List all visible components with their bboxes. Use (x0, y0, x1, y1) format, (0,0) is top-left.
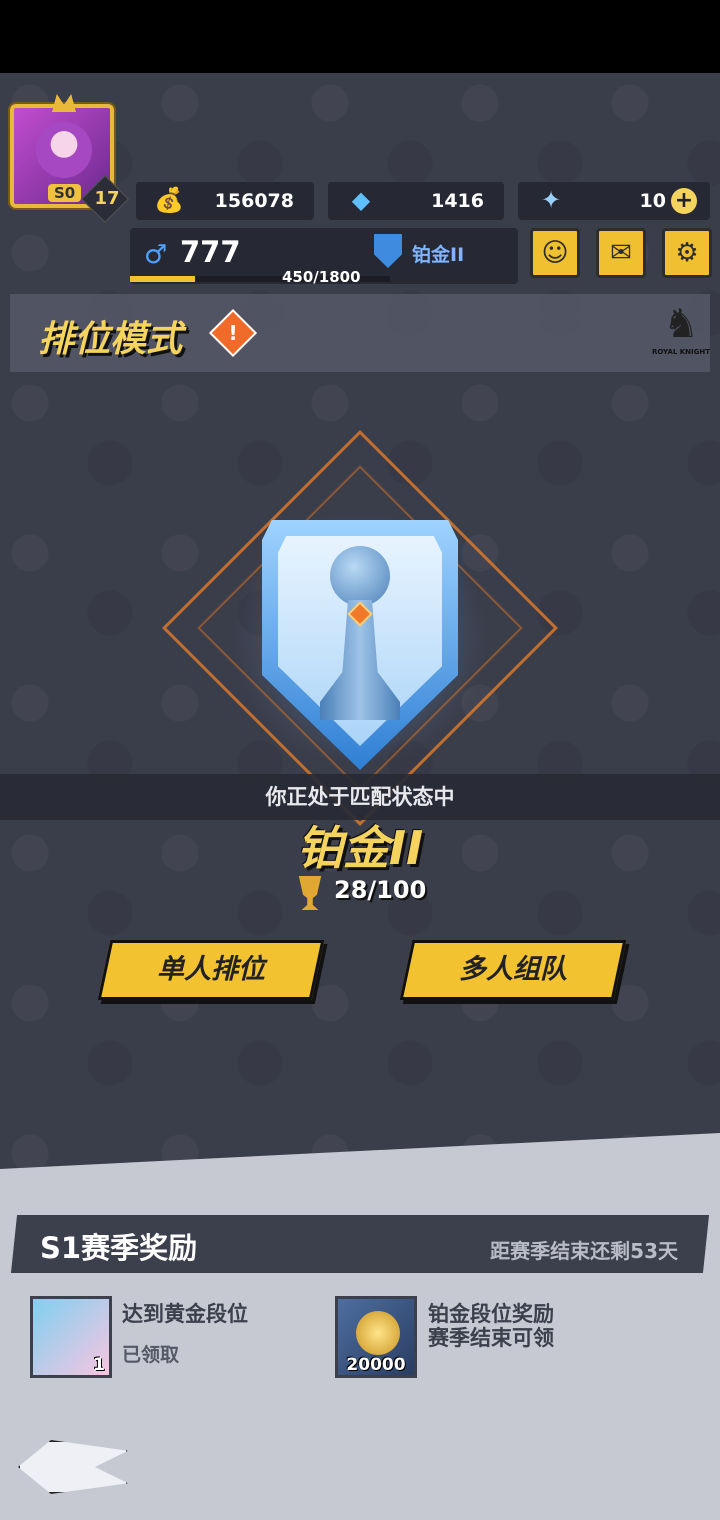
ticket-icon: ✦ (540, 186, 562, 214)
trophy-progress: 28/100 (334, 876, 427, 904)
season-badge: S0 (48, 184, 82, 202)
reward-qty: 20000 (346, 1355, 406, 1375)
royal-knight-logo: ♞ ROYAL KNIGHT (650, 300, 712, 356)
knight-icon: ♞ (663, 301, 699, 347)
gem-value: 1416 (431, 190, 484, 212)
reward-status: 赛季结束可领 (428, 1326, 554, 1350)
exp-progress-text: 450/1800 (282, 268, 361, 286)
warning-icon[interactable]: ! (208, 308, 258, 358)
gear-icon: ⚙ (675, 238, 699, 268)
mode-title: 排位模式 (38, 319, 183, 360)
reward-status: 已领取 (122, 1344, 180, 1366)
reward-qty: 1 (93, 1355, 105, 1375)
reward-label: 达到黄金段位 (122, 1302, 248, 1326)
exp-panel: ♂ 777 450/1800 铂金II (130, 228, 518, 286)
diamond-icon: ◆ (351, 186, 371, 214)
avatar-portrait (36, 122, 92, 178)
exp-value: 777 (180, 235, 241, 269)
rank-shield-icon (374, 234, 402, 268)
mode-banner: 排位模式 ! ♞ ROYAL KNIGHT (10, 294, 710, 372)
coin-icon (356, 1311, 400, 1355)
exp-icon: ♂ (144, 240, 168, 270)
friends-icon: ☺ (541, 238, 569, 268)
settings-button[interactable]: ⚙ (662, 228, 712, 278)
mail-button[interactable]: ✉ (596, 228, 646, 278)
ticket-value: 10 (639, 190, 666, 212)
season-remaining: 距赛季结束还剩53天 (490, 1239, 678, 1263)
logo-text: ROYAL KNIGHT (651, 348, 711, 356)
add-tickets-button[interactable]: + (671, 188, 697, 214)
reward-item-platinum[interactable]: 20000 (335, 1296, 417, 1378)
rank-emblem (160, 428, 560, 828)
rank-small-label: 铂金II (412, 244, 465, 266)
solo-ranked-button[interactable]: 单人排位 (97, 940, 325, 1000)
gold-value: 156078 (214, 190, 294, 212)
exp-progress-fill (130, 276, 195, 282)
rank-name: 铂金II (296, 821, 424, 875)
gold-bag-icon: 💰 (154, 186, 184, 214)
gem-counter: ◆ 1416 (328, 182, 504, 220)
pawn-icon (330, 546, 390, 606)
season-title: S1赛季奖励 (40, 1231, 198, 1265)
mail-icon: ✉ (610, 238, 632, 268)
player-level: 17 (94, 188, 120, 209)
gold-counter: 💰 156078 (136, 182, 314, 220)
team-queue-button[interactable]: 多人组队 (399, 940, 627, 1000)
friends-button[interactable]: ☺ (530, 228, 580, 278)
reward-item-gold-rank[interactable]: 1 (30, 1296, 112, 1378)
